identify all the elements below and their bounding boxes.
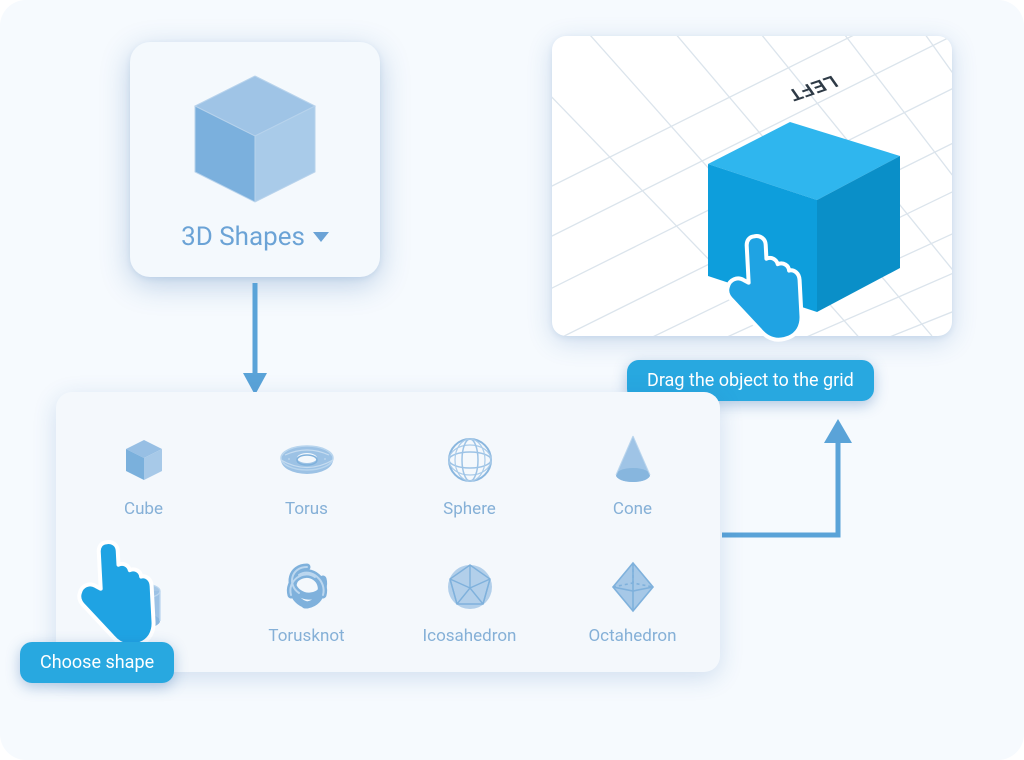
shape-item-label: Torusknot	[268, 626, 344, 646]
tooltip-choose-text: Choose shape	[40, 652, 154, 673]
hand-cursor-icon	[718, 230, 806, 348]
cone-icon	[613, 435, 653, 485]
shape-item-label: Torus	[285, 499, 328, 519]
shape-item-sphere[interactable]: Sphere	[388, 402, 551, 529]
shapes-dropdown-card[interactable]: 3D Shapes	[130, 42, 380, 277]
cube-icon	[185, 68, 325, 208]
shape-item-label: Cone	[613, 499, 652, 519]
arrow-elbow-up-icon	[720, 415, 880, 563]
shape-item-cube[interactable]: Cube	[62, 402, 225, 529]
shape-item-octahedron[interactable]: Octahedron	[551, 529, 714, 656]
torus-icon	[278, 435, 336, 485]
arrow-down-icon	[241, 283, 269, 395]
shape-item-label: Icosahedron	[423, 626, 517, 646]
tooltip-choose: Choose shape	[20, 642, 174, 683]
shape-item-label: Cube	[124, 499, 163, 519]
axis-label-left: LEFT	[784, 72, 843, 105]
torusknot-icon	[281, 562, 333, 612]
chevron-down-icon	[313, 232, 329, 242]
shape-item-torusknot[interactable]: Torusknot	[225, 529, 388, 656]
octahedron-icon	[611, 562, 655, 612]
shape-item-icosahedron[interactable]: Icosahedron	[388, 529, 551, 656]
shape-item-label: Octahedron	[588, 626, 676, 646]
tutorial-stage: 3D Shapes	[0, 0, 1024, 760]
shape-item-cone[interactable]: Cone	[551, 402, 714, 529]
shape-item-label: Sphere	[443, 499, 496, 519]
cube-icon	[121, 435, 167, 485]
sphere-icon	[446, 435, 494, 485]
tooltip-drag-text: Drag the object to the grid	[647, 370, 854, 391]
shape-item-torus[interactable]: Torus	[225, 402, 388, 529]
shapes-dropdown-label: 3D Shapes	[181, 222, 305, 252]
hand-cursor-icon	[72, 538, 156, 650]
icosahedron-icon	[445, 562, 495, 612]
